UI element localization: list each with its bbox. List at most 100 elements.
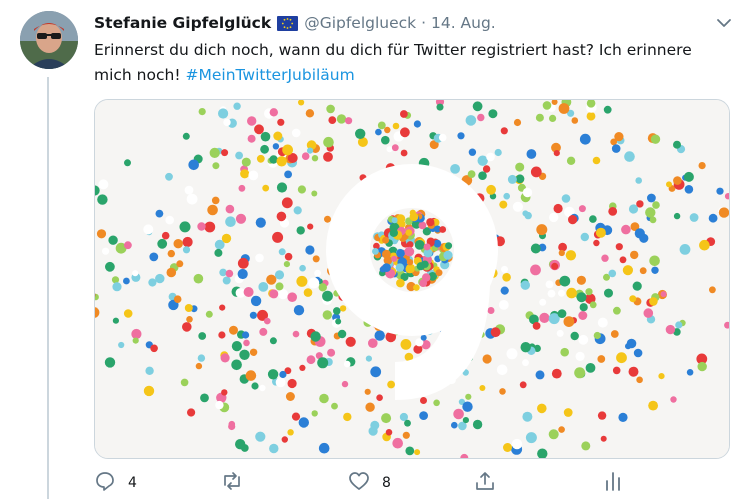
tweet-image[interactable] — [94, 99, 730, 459]
confetti-dot — [287, 292, 297, 302]
confetti-dot — [618, 412, 628, 422]
confetti-dot — [530, 243, 541, 254]
handle[interactable]: @Gipfelglueck — [304, 14, 416, 32]
confetti-dot — [462, 401, 473, 412]
confetti-dot — [215, 400, 224, 410]
confetti-dot — [616, 352, 627, 364]
confetti-dot — [274, 270, 285, 280]
confetti-dot — [391, 255, 398, 262]
confetti-dot — [173, 295, 182, 303]
confetti-dot — [231, 341, 242, 352]
confetti-dot — [279, 370, 287, 379]
retweet-button[interactable] — [220, 468, 256, 498]
confetti-dot — [259, 327, 268, 336]
confetti-dot — [673, 212, 681, 220]
like-button[interactable]: 8 — [348, 468, 391, 498]
confetti-dot — [296, 275, 308, 287]
confetti-dot — [462, 417, 469, 424]
confetti-dot — [166, 267, 177, 278]
confetti-dot — [585, 288, 593, 296]
share-button[interactable] — [474, 468, 496, 498]
confetti-dot — [311, 410, 318, 417]
confetti-dot — [182, 132, 190, 140]
confetti-dot — [563, 316, 575, 327]
confetti-dot — [635, 177, 642, 184]
confetti-dot — [574, 367, 586, 379]
confetti-dot — [343, 412, 352, 422]
confetti-dot — [343, 360, 351, 368]
confetti-dot — [255, 431, 266, 442]
confetti-dot — [339, 305, 347, 312]
confetti-dot — [250, 295, 262, 307]
confetti-dot — [526, 149, 537, 159]
confetti-dot — [536, 224, 548, 236]
confetti-dot — [102, 247, 110, 255]
confetti-dot — [589, 215, 597, 223]
confetti-dot — [613, 306, 621, 315]
confetti-dot — [611, 144, 621, 153]
confetti-dot — [548, 429, 559, 440]
confetti-dot — [299, 364, 306, 371]
confetti-dot — [283, 261, 290, 268]
confetti-dot — [486, 152, 495, 162]
confetti-dot — [311, 190, 318, 197]
tweet-date[interactable]: 14. Aug. — [431, 14, 496, 32]
confetti-dot — [184, 304, 193, 312]
reply-button[interactable]: 4 — [94, 468, 137, 498]
confetti-dot — [376, 394, 383, 402]
confetti-dot — [621, 224, 631, 235]
confetti-dot — [308, 277, 320, 289]
confetti-dot — [402, 431, 410, 439]
analytics-button[interactable] — [602, 468, 624, 498]
confetti-dot — [426, 218, 435, 227]
confetti-dot — [697, 361, 707, 372]
confetti-dot — [276, 182, 288, 193]
confetti-dot — [276, 156, 287, 167]
confetti-dot — [522, 411, 533, 422]
confetti-dot — [423, 243, 431, 251]
confetti-dot — [238, 184, 246, 192]
confetti-dot — [269, 443, 279, 454]
confetti-dot — [578, 205, 586, 213]
confetti-dot — [488, 109, 498, 119]
display-name[interactable]: Stefanie Gipfelglück — [94, 14, 271, 32]
reply-count: 4 — [128, 475, 137, 491]
confetti-dot — [558, 289, 565, 297]
confetti-dot — [612, 366, 621, 375]
confetti-dot — [482, 165, 491, 173]
confetti-dot — [686, 369, 694, 376]
confetti-dot — [535, 113, 544, 122]
confetti-dot — [502, 273, 511, 282]
confetti-dot — [503, 443, 512, 452]
confetti-dot — [636, 376, 643, 384]
confetti-dot — [513, 118, 522, 127]
chevron-down-icon[interactable] — [715, 14, 733, 32]
confetti-dot — [382, 236, 390, 244]
confetti-dot — [500, 286, 509, 295]
confetti-dot — [182, 246, 191, 254]
confetti-dot — [242, 331, 250, 339]
confetti-dot — [615, 243, 623, 251]
confetti-dot — [486, 184, 496, 195]
confetti-dot — [535, 370, 545, 380]
thread-line — [47, 77, 49, 499]
confetti-dot — [468, 148, 477, 156]
confetti-dot — [679, 244, 691, 255]
avatar[interactable] — [20, 11, 78, 69]
hashtag-link[interactable]: #MeinTwitterJubiläum — [185, 66, 354, 84]
confetti-dot — [225, 269, 234, 278]
confetti-dot — [400, 339, 412, 350]
confetti-dot — [438, 133, 447, 142]
confetti-dot — [240, 169, 250, 179]
confetti-dot — [595, 227, 606, 238]
confetti-dot — [299, 264, 306, 272]
confetti-dot — [251, 382, 259, 390]
confetti-dot — [272, 231, 284, 243]
confetti-dot — [306, 355, 316, 365]
confetti-dot — [143, 385, 155, 397]
confetti-dot — [256, 154, 265, 163]
confetti-dot — [643, 308, 654, 318]
confetti-dot — [187, 408, 196, 417]
confetti-dot — [549, 114, 557, 122]
confetti-dot — [520, 342, 531, 353]
